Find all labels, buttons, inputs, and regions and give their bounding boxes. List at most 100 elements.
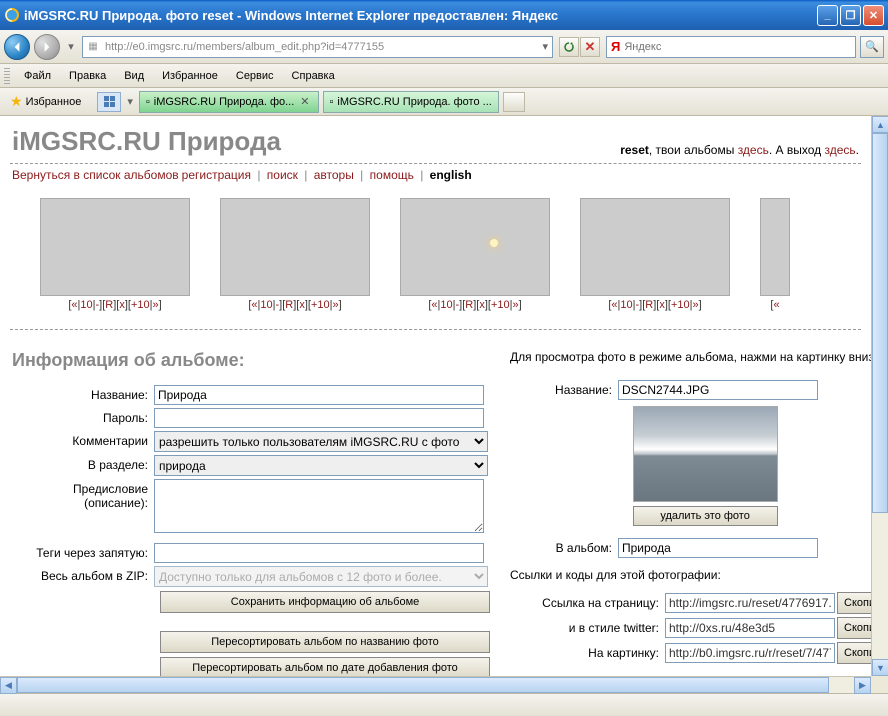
thumb-caption: [«|10|-][R][x][+10|»]: [400, 299, 550, 311]
stop-button[interactable]: ✕: [580, 37, 600, 57]
thumb-image-4[interactable]: [580, 198, 730, 296]
label-in-album: В альбом:: [510, 538, 618, 555]
vertical-scrollbar[interactable]: ▲ ▼: [871, 116, 888, 676]
quicktabs-button[interactable]: [97, 92, 121, 112]
copy-link-image[interactable]: Скопиров: [837, 642, 871, 664]
label-photo-name: Название:: [510, 380, 618, 397]
nav-history-dropdown[interactable]: ▾: [64, 40, 78, 53]
logout-link[interactable]: здесь: [824, 143, 855, 157]
save-album-button[interactable]: Сохранить информацию об альбоме: [160, 591, 490, 613]
forward-button[interactable]: [34, 34, 60, 60]
new-tab-button[interactable]: [503, 92, 525, 112]
thumb-image-3[interactable]: [400, 198, 550, 296]
favorites-label: Избранное: [26, 96, 82, 108]
search-input[interactable]: [624, 41, 851, 53]
thumbnail-5: [«: [760, 198, 790, 311]
tab-1-close[interactable]: ✕: [298, 95, 311, 108]
resort-by-name-button[interactable]: Пересортировать альбом по названию фото: [160, 631, 490, 653]
back-button[interactable]: [4, 34, 30, 60]
url-input[interactable]: [101, 41, 540, 53]
close-button[interactable]: ✕: [863, 5, 884, 26]
input-link-page[interactable]: [665, 593, 835, 613]
input-album-password[interactable]: [154, 408, 484, 428]
scroll-track[interactable]: [872, 133, 888, 659]
address-bar[interactable]: ▦ ▾: [82, 36, 553, 58]
hscroll-thumb[interactable]: [17, 677, 829, 693]
top-nav: регистрация | поиск | авторы | помощь | …: [179, 168, 859, 182]
tab-favicon-icon: ▫: [146, 96, 150, 108]
thumb-caption: [«: [760, 299, 790, 311]
url-dropdown-icon[interactable]: ▾: [540, 40, 550, 53]
input-album-name[interactable]: [154, 385, 484, 405]
label-preface: Предисловие (описание):: [12, 479, 154, 510]
scroll-up-button[interactable]: ▲: [872, 116, 888, 133]
nav-help[interactable]: помощь: [370, 168, 414, 182]
scroll-right-button[interactable]: ▶: [854, 677, 871, 694]
thumb-caption: [«|10|-][R][x][+10|»]: [40, 299, 190, 311]
horizontal-scrollbar[interactable]: ◀ ▶: [0, 676, 871, 693]
favorites-button[interactable]: ★ Избранное: [4, 91, 87, 112]
scrollbar-corner: [871, 676, 888, 693]
thumb-image-1[interactable]: [40, 198, 190, 296]
label-name: Название:: [12, 385, 154, 402]
back-to-albums-link[interactable]: Вернуться в список альбомов: [12, 168, 179, 182]
search-button[interactable]: 🔍: [860, 36, 884, 58]
label-password: Пароль:: [12, 408, 154, 425]
nav-toolbar: ▾ ▦ ▾ ✕ Я 🔍: [0, 30, 888, 64]
delete-photo-button[interactable]: удалить это фото: [633, 506, 778, 526]
ie-icon: [4, 7, 20, 23]
star-icon: ★: [10, 93, 23, 110]
quicktabs-dropdown[interactable]: ▾: [125, 95, 135, 108]
menu-edit[interactable]: Правка: [61, 67, 114, 85]
nav-authors[interactable]: авторы: [314, 168, 354, 182]
photo-panel: Для просмотра фото в режиме альбома, наж…: [510, 350, 871, 676]
tab-1[interactable]: ▫ iMGSRC.RU Природа. фо... ✕: [139, 91, 319, 113]
refresh-button[interactable]: [559, 37, 579, 57]
thumb-image-2[interactable]: [220, 198, 370, 296]
input-link-twitter[interactable]: [665, 618, 835, 638]
search-box[interactable]: Я: [606, 36, 856, 58]
photo-preview[interactable]: [633, 406, 778, 502]
menu-tools[interactable]: Сервис: [228, 67, 282, 85]
scroll-thumb[interactable]: [872, 133, 888, 513]
menu-favorites[interactable]: Избранное: [154, 67, 226, 85]
nav-search[interactable]: поиск: [267, 168, 298, 182]
nav-registration[interactable]: регистрация: [182, 168, 251, 182]
resort-by-date-button[interactable]: Пересортировать альбом по дате добавлени…: [160, 657, 490, 676]
thumb-image-5[interactable]: [760, 198, 790, 296]
minimize-button[interactable]: _: [817, 5, 838, 26]
label-link-image: На картинку:: [510, 646, 665, 660]
tab-1-label: iMGSRC.RU Природа. фо...: [154, 96, 295, 108]
nav-english[interactable]: english: [430, 168, 472, 182]
maximize-button[interactable]: ❐: [840, 5, 861, 26]
input-tags[interactable]: [154, 543, 484, 563]
textarea-preface[interactable]: [154, 479, 484, 533]
page-title: iMGSRC.RU Природа: [12, 126, 620, 157]
menu-file[interactable]: Файл: [16, 67, 59, 85]
tab-2[interactable]: ▫ iMGSRC.RU Природа. фото ...: [323, 91, 499, 113]
favicon-icon: ▦: [85, 39, 101, 55]
scroll-left-button[interactable]: ◀: [0, 677, 17, 694]
hscroll-track[interactable]: [17, 677, 854, 693]
copy-link-page[interactable]: Скопиров: [837, 592, 871, 614]
user-greeting: reset, твои альбомы здесь. А выход здесь…: [620, 143, 859, 157]
label-comments: Комментарии: [12, 431, 154, 448]
input-photo-name[interactable]: [618, 380, 818, 400]
select-section[interactable]: природа: [154, 455, 488, 476]
toolbar-grip[interactable]: [4, 68, 10, 84]
menu-view[interactable]: Вид: [116, 67, 152, 85]
scroll-down-button[interactable]: ▼: [872, 659, 888, 676]
links-title: Ссылки и коды для этой фотографии:: [510, 568, 871, 582]
copy-link-twitter[interactable]: Скопиров: [837, 617, 871, 639]
thumb-caption: [«|10|-][R][x][+10|»]: [220, 299, 370, 311]
viewport: iMGSRC.RU Природа reset, твои альбомы зд…: [0, 116, 888, 676]
tab-favicon-icon: ▫: [330, 96, 334, 108]
select-comments[interactable]: разрешить только пользователям iMGSRC.RU…: [154, 431, 488, 452]
menu-help[interactable]: Справка: [284, 67, 343, 85]
albums-link[interactable]: здесь: [738, 143, 769, 157]
thumbnail-3: [«|10|-][R][x][+10|»]: [400, 198, 550, 311]
select-zip: Доступно только для альбомов с 12 фото и…: [154, 566, 488, 587]
album-section-title: Информация об альбоме:: [12, 350, 490, 371]
input-link-image[interactable]: [665, 643, 835, 663]
input-in-album[interactable]: [618, 538, 818, 558]
